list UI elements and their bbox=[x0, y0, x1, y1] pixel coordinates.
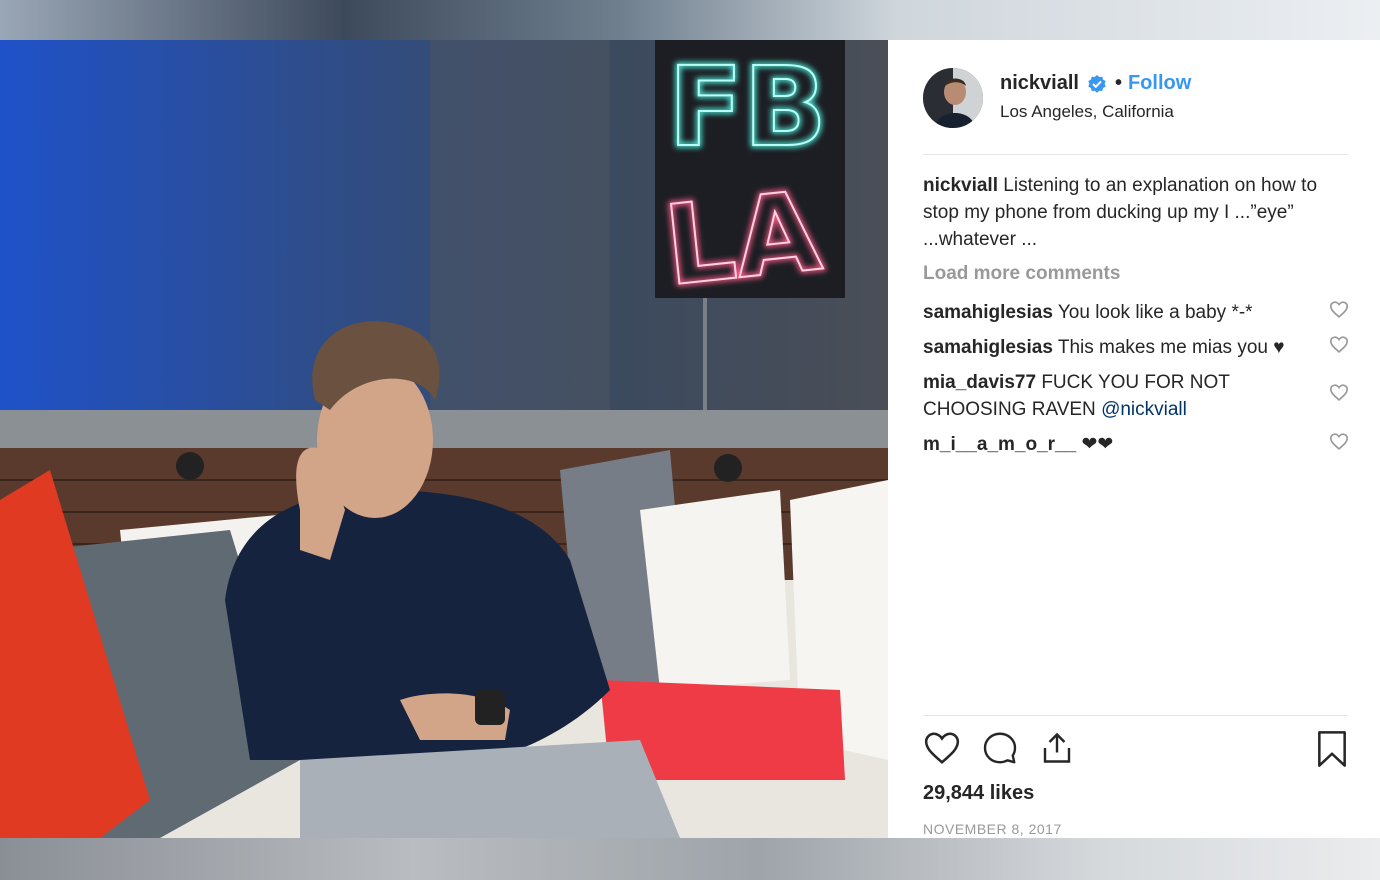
post-author-username[interactable]: nickviall bbox=[1000, 72, 1079, 95]
separator-dot: • bbox=[1114, 72, 1122, 94]
comment-like-heart-icon[interactable] bbox=[1329, 383, 1349, 410]
avatar[interactable] bbox=[923, 68, 983, 128]
comment-like-heart-icon[interactable] bbox=[1329, 431, 1349, 458]
verified-badge-icon bbox=[1087, 74, 1107, 94]
comments-section: nickviall Listening to an explanation on… bbox=[923, 172, 1353, 458]
post-location[interactable]: Los Angeles, California bbox=[1000, 102, 1191, 122]
comment-item: mia_davis77 FUCK YOU FOR NOT CHOOSING RA… bbox=[923, 369, 1353, 423]
neon-sign-top-core: FB bbox=[668, 43, 827, 171]
post-photo: FB FB LA LA bbox=[0, 40, 888, 838]
comment-item: samahiglesias This makes me mias you ♥ bbox=[923, 334, 1353, 361]
comment-username[interactable]: mia_davis77 bbox=[923, 372, 1036, 393]
comment-username[interactable]: samahiglesias bbox=[923, 302, 1053, 323]
post-date[interactable]: NOVEMBER 8, 2017 bbox=[923, 821, 1348, 837]
comment-text: ❤❤ bbox=[1081, 434, 1114, 455]
load-more-comments-button[interactable]: Load more comments bbox=[923, 263, 1353, 285]
post-actions: 29,844 likes NOVEMBER 8, 2017 bbox=[923, 715, 1348, 839]
comment-username[interactable]: samahiglesias bbox=[923, 337, 1053, 358]
follow-button[interactable]: Follow bbox=[1128, 72, 1191, 95]
caption-username[interactable]: nickviall bbox=[923, 175, 998, 196]
comment-like-heart-icon[interactable] bbox=[1329, 299, 1349, 326]
comment-item: samahiglesias You look like a baby *-* bbox=[923, 299, 1353, 326]
likes-count[interactable]: 29,844 likes bbox=[923, 782, 1348, 805]
comment-item: m_i__a_m_o_r__ ❤❤ bbox=[923, 431, 1353, 458]
heart-icon[interactable] bbox=[923, 730, 961, 771]
bookmark-icon[interactable] bbox=[1316, 730, 1348, 773]
comment-text: This makes me mias you ♥ bbox=[1057, 337, 1285, 358]
post-header: nickviall • Follow Los Angeles, Californ… bbox=[923, 68, 1348, 155]
comment-username[interactable]: m_i__a_m_o_r__ bbox=[923, 434, 1076, 455]
comment-text: You look like a baby *-* bbox=[1057, 302, 1253, 323]
comment-icon[interactable] bbox=[981, 730, 1019, 771]
instagram-post: FB FB LA LA nickviall • Follow Los Angel… bbox=[0, 40, 1380, 838]
share-icon[interactable] bbox=[1039, 730, 1075, 771]
background-blur-bottom bbox=[0, 838, 1380, 880]
post-sidebar: nickviall • Follow Los Angeles, Californ… bbox=[888, 40, 1380, 838]
post-caption: nickviall Listening to an explanation on… bbox=[923, 172, 1353, 253]
comment-mention-link[interactable]: @nickviall bbox=[1101, 399, 1187, 420]
neon-sign-bottom-core: LA bbox=[659, 167, 827, 311]
comment-like-heart-icon[interactable] bbox=[1329, 334, 1349, 361]
